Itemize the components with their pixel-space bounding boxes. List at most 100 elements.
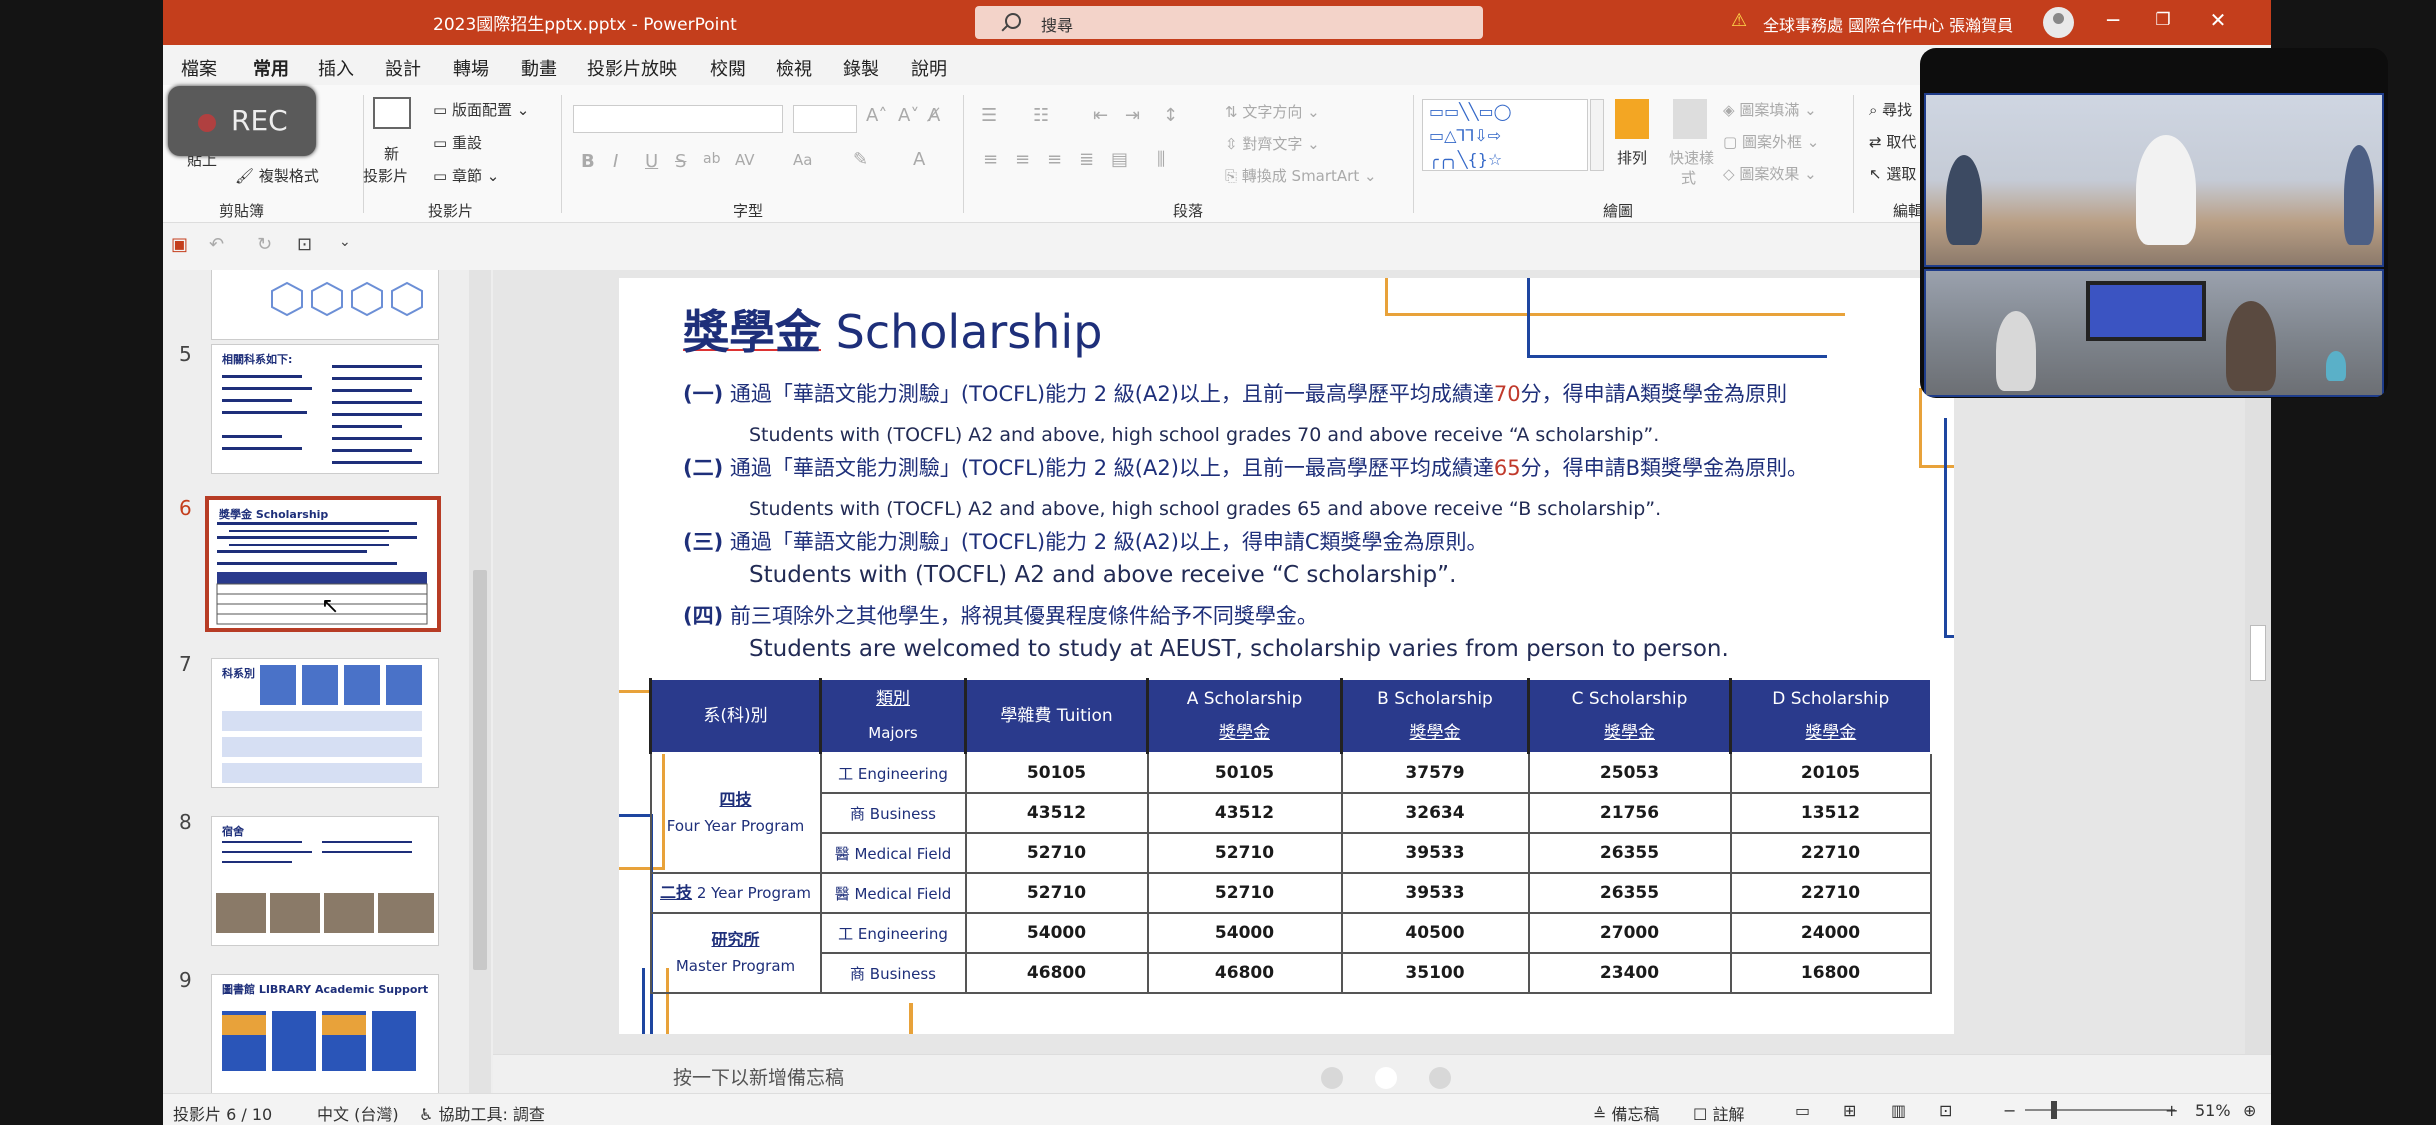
align-center-icon[interactable]: ≡: [1015, 149, 1030, 170]
shape-outline-button[interactable]: ▢ 圖案外框 ⌄: [1723, 131, 1819, 152]
increase-indent-icon[interactable]: ⇥: [1125, 105, 1140, 126]
reset-button[interactable]: ▭ 重設: [433, 132, 482, 153]
bold-button[interactable]: B: [581, 151, 595, 172]
format-painter-button[interactable]: 🖌 複製格式: [235, 165, 319, 186]
zoom-slider-handle[interactable]: [2051, 1101, 2057, 1119]
item-1-zh[interactable]: (一) 通過「華語文能力測驗」(TOCFL)能力 2 級(A2)以上，且前一最高…: [683, 378, 1787, 408]
zoom-in-button[interactable]: +: [2165, 1101, 2178, 1120]
quick-styles-button-2[interactable]: 式: [1681, 167, 1696, 188]
select-button[interactable]: ↖ 選取: [1869, 163, 1916, 184]
shape-fill-button[interactable]: ◈ 圖案填滿 ⌄: [1723, 99, 1817, 120]
shape-effects-button[interactable]: ◇ 圖案效果 ⌄: [1723, 163, 1817, 184]
close-button[interactable]: ✕: [2203, 8, 2233, 32]
customize-qat-icon[interactable]: ⌄: [339, 234, 351, 250]
new-slide-icon[interactable]: [373, 97, 411, 129]
scholarship-table[interactable]: 系(科)別 類別 Majors 學雜費 Tuition A Scholarship…: [649, 678, 1932, 994]
slide-title[interactable]: 獎學金 Scholarship: [683, 296, 1102, 362]
highlight-icon[interactable]: ✎: [853, 149, 868, 170]
reading-view-icon[interactable]: ▥: [1891, 1101, 1906, 1120]
distribute-icon[interactable]: ▤: [1111, 149, 1128, 170]
page-dot[interactable]: [1321, 1067, 1343, 1089]
item-3-en[interactable]: Students with (TOCFL) A2 and above recei…: [749, 562, 1456, 588]
video-tile-2[interactable]: [1924, 269, 2384, 397]
accessibility-status[interactable]: ♿ 協助工具: 調查: [419, 1101, 545, 1125]
quick-styles-button[interactable]: 快速樣: [1669, 147, 1714, 168]
restore-button[interactable]: ❐: [2148, 10, 2178, 30]
shrink-font-icon[interactable]: A˅: [898, 105, 919, 126]
item-2-zh[interactable]: (二) 通過「華語文能力測驗」(TOCFL)能力 2 級(A2)以上，且前一最高…: [683, 452, 1808, 482]
item-3-zh[interactable]: (三) 通過「華語文能力測驗」(TOCFL)能力 2 級(A2)以上，得申請C類…: [683, 526, 1488, 556]
change-case-button[interactable]: Aa: [793, 151, 812, 169]
layout-button[interactable]: ▭ 版面配置 ⌄: [433, 99, 529, 120]
item-4-zh[interactable]: (四) 前三項除外之其他學生，將視其優異程度條件給予不同獎學金。: [683, 600, 1318, 630]
page-dot-active[interactable]: [1375, 1067, 1397, 1089]
numbering-icon[interactable]: ☷: [1033, 105, 1049, 126]
slide-canvas[interactable]: 獎學金 Scholarship (一) 通過「華語文能力測驗」(TOCFL)能力…: [619, 278, 1954, 1034]
tab-transitions[interactable]: 轉場: [453, 55, 489, 81]
slide-thumbnail-9[interactable]: 圖書館 LIBRARY Academic Support: [211, 974, 439, 1093]
normal-view-icon[interactable]: ▭: [1795, 1101, 1810, 1120]
align-left-icon[interactable]: ≡: [983, 149, 998, 170]
new-slide-label[interactable]: 新: [384, 143, 399, 164]
notes-pane[interactable]: 按一下以新增備忘稿: [493, 1054, 2271, 1093]
comments-button[interactable]: ☐ 註解: [1693, 1101, 1744, 1125]
item-2-en[interactable]: Students with (TOCFL) A2 and above, high…: [749, 498, 1661, 520]
undo-icon[interactable]: ↶: [209, 234, 224, 255]
quick-styles-icon[interactable]: [1673, 99, 1707, 139]
font-color-icon[interactable]: A: [913, 149, 925, 170]
align-right-icon[interactable]: ≡: [1047, 149, 1062, 170]
zoom-out-button[interactable]: −: [2003, 1101, 2016, 1120]
new-slide-label-2[interactable]: 投影片: [363, 165, 408, 186]
section-button[interactable]: ▭ 章節 ⌄: [433, 165, 499, 186]
decrease-indent-icon[interactable]: ⇤: [1093, 105, 1108, 126]
tab-review[interactable]: 校閱: [710, 55, 746, 81]
tab-slideshow[interactable]: 投影片放映: [587, 55, 677, 81]
tab-design[interactable]: 設計: [385, 55, 421, 81]
tab-home[interactable]: 常用: [253, 55, 289, 89]
video-tile-1[interactable]: [1924, 93, 2384, 267]
rec-indicator[interactable]: REC: [168, 86, 316, 156]
slide-thumbnail-4[interactable]: [211, 270, 439, 340]
thumbnail-scrollbar[interactable]: [469, 270, 491, 1093]
tab-record[interactable]: 錄製: [843, 55, 879, 81]
zoom-slider[interactable]: [2025, 1109, 2175, 1111]
font-family-select[interactable]: [573, 105, 783, 133]
arrange-button[interactable]: 排列: [1617, 147, 1647, 168]
arrange-icon[interactable]: [1615, 99, 1649, 139]
strike-through-button[interactable]: ab: [703, 151, 720, 167]
notes-toggle-button[interactable]: ≜ 備忘稿: [1593, 1101, 1660, 1125]
avatar[interactable]: [2043, 7, 2074, 38]
font-size-select[interactable]: [793, 105, 857, 133]
fit-to-window-icon[interactable]: ⊕: [2243, 1101, 2256, 1120]
smartart-button[interactable]: ⎘ 轉換成 SmartArt ⌄: [1225, 165, 1377, 186]
thumbnail-scrollbar-thumb[interactable]: [473, 570, 487, 970]
slide-sorter-icon[interactable]: ⊞: [1843, 1101, 1856, 1120]
slide-thumbnail-6[interactable]: 獎學金 Scholarship ↖: [205, 496, 441, 632]
language-indicator[interactable]: 中文 (台灣): [317, 1101, 399, 1125]
slideshow-icon[interactable]: ⊡: [1939, 1101, 1952, 1120]
page-dot[interactable]: [1429, 1067, 1451, 1089]
slide-thumbnail-5[interactable]: 相關科系如下:: [211, 344, 439, 474]
zoom-level[interactable]: 51%: [2195, 1101, 2231, 1120]
replace-button[interactable]: ⇄ 取代: [1869, 131, 1916, 152]
find-button[interactable]: ⌕ 尋找: [1869, 99, 1912, 120]
columns-icon[interactable]: ⫼: [1157, 149, 1165, 170]
text-direction-button[interactable]: ⇅ 文字方向 ⌄: [1225, 101, 1320, 122]
shapes-gallery[interactable]: ▭▭╲╲▭◯ ▭△⅂⅂⇩⇨ ╭╭╮╲{}☆: [1422, 99, 1588, 171]
editor-scrollbar-thumb[interactable]: [2250, 625, 2266, 681]
redo-icon[interactable]: ↻: [257, 234, 272, 255]
minimize-button[interactable]: ─: [2098, 8, 2128, 32]
justify-icon[interactable]: ≣: [1079, 149, 1094, 170]
slide-thumbnail-7[interactable]: 科系別: [211, 658, 439, 788]
line-spacing-icon[interactable]: ↕: [1163, 105, 1178, 126]
align-text-button[interactable]: ⇳ 對齊文字 ⌄: [1225, 133, 1320, 154]
item-4-en[interactable]: Students are welcomed to study at AEUST,…: [749, 636, 1729, 662]
tab-file[interactable]: 檔案: [181, 55, 217, 81]
shapes-gallery-scroll[interactable]: [1590, 99, 1604, 171]
tab-view[interactable]: 檢視: [776, 55, 812, 81]
video-call-overlay[interactable]: [1920, 48, 2388, 398]
italic-button[interactable]: I: [613, 151, 618, 172]
bullets-icon[interactable]: ☰: [981, 105, 997, 126]
tab-animations[interactable]: 動畫: [521, 55, 557, 81]
slide-thumbnail-8[interactable]: 宿舍: [211, 816, 439, 946]
